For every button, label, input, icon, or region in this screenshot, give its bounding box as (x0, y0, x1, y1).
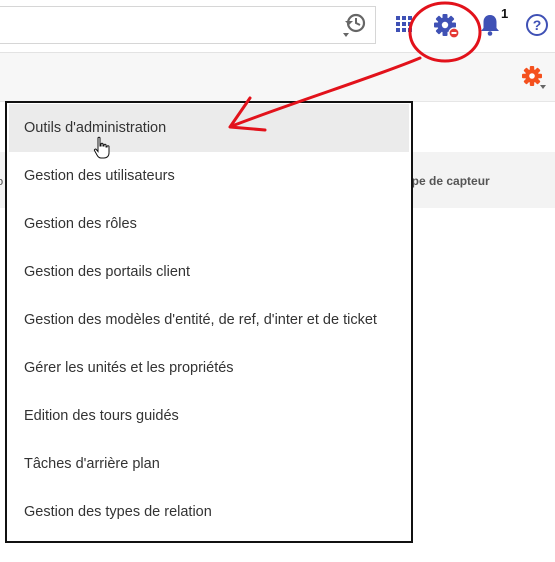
apps-grid-icon (396, 16, 412, 32)
menu-item-units-properties[interactable]: Gérer les unités et les propriétés (9, 344, 409, 392)
menu-item-guided-tours[interactable]: Edition des tours guidés (9, 392, 409, 440)
menu-item-roles[interactable]: Gestion des rôles (9, 200, 409, 248)
menu-item-admin-tools[interactable]: Outils d'administration (9, 104, 409, 152)
menu-item-relation-types[interactable]: Gestion des types de relation (9, 488, 409, 536)
help-button[interactable]: ? (525, 13, 549, 37)
bell-icon (481, 15, 499, 36)
hand-cursor-icon (93, 136, 111, 160)
help-icon: ? (526, 14, 548, 36)
column-header-left: o (0, 176, 4, 188)
settings-gear-icon (434, 14, 460, 39)
menu-item-models[interactable]: Gestion des modèles d'entité, de ref, d'… (9, 296, 409, 344)
menu-item-users[interactable]: Gestion des utilisateurs (9, 152, 409, 200)
svg-text:?: ? (533, 17, 542, 33)
column-header-sensor-type[interactable]: ype de capteur (405, 174, 490, 188)
search-input[interactable] (0, 6, 376, 44)
menu-item-client-portals[interactable]: Gestion des portails client (9, 248, 409, 296)
page-settings-button[interactable] (521, 65, 547, 91)
history-icon (343, 13, 366, 37)
notification-count-badge: 1 (501, 6, 509, 21)
history-button[interactable] (340, 11, 370, 39)
orange-gear-icon (522, 66, 546, 89)
admin-dropdown-menu: Outils d'administration Gestion des util… (5, 101, 413, 543)
apps-button[interactable] (395, 15, 413, 33)
notifications-button[interactable] (479, 13, 501, 37)
secondary-toolbar (0, 53, 555, 102)
settings-button[interactable] (433, 12, 461, 40)
top-bar: 1 ? (0, 0, 555, 53)
menu-item-background-tasks[interactable]: Tâches d'arrière plan (9, 440, 409, 488)
